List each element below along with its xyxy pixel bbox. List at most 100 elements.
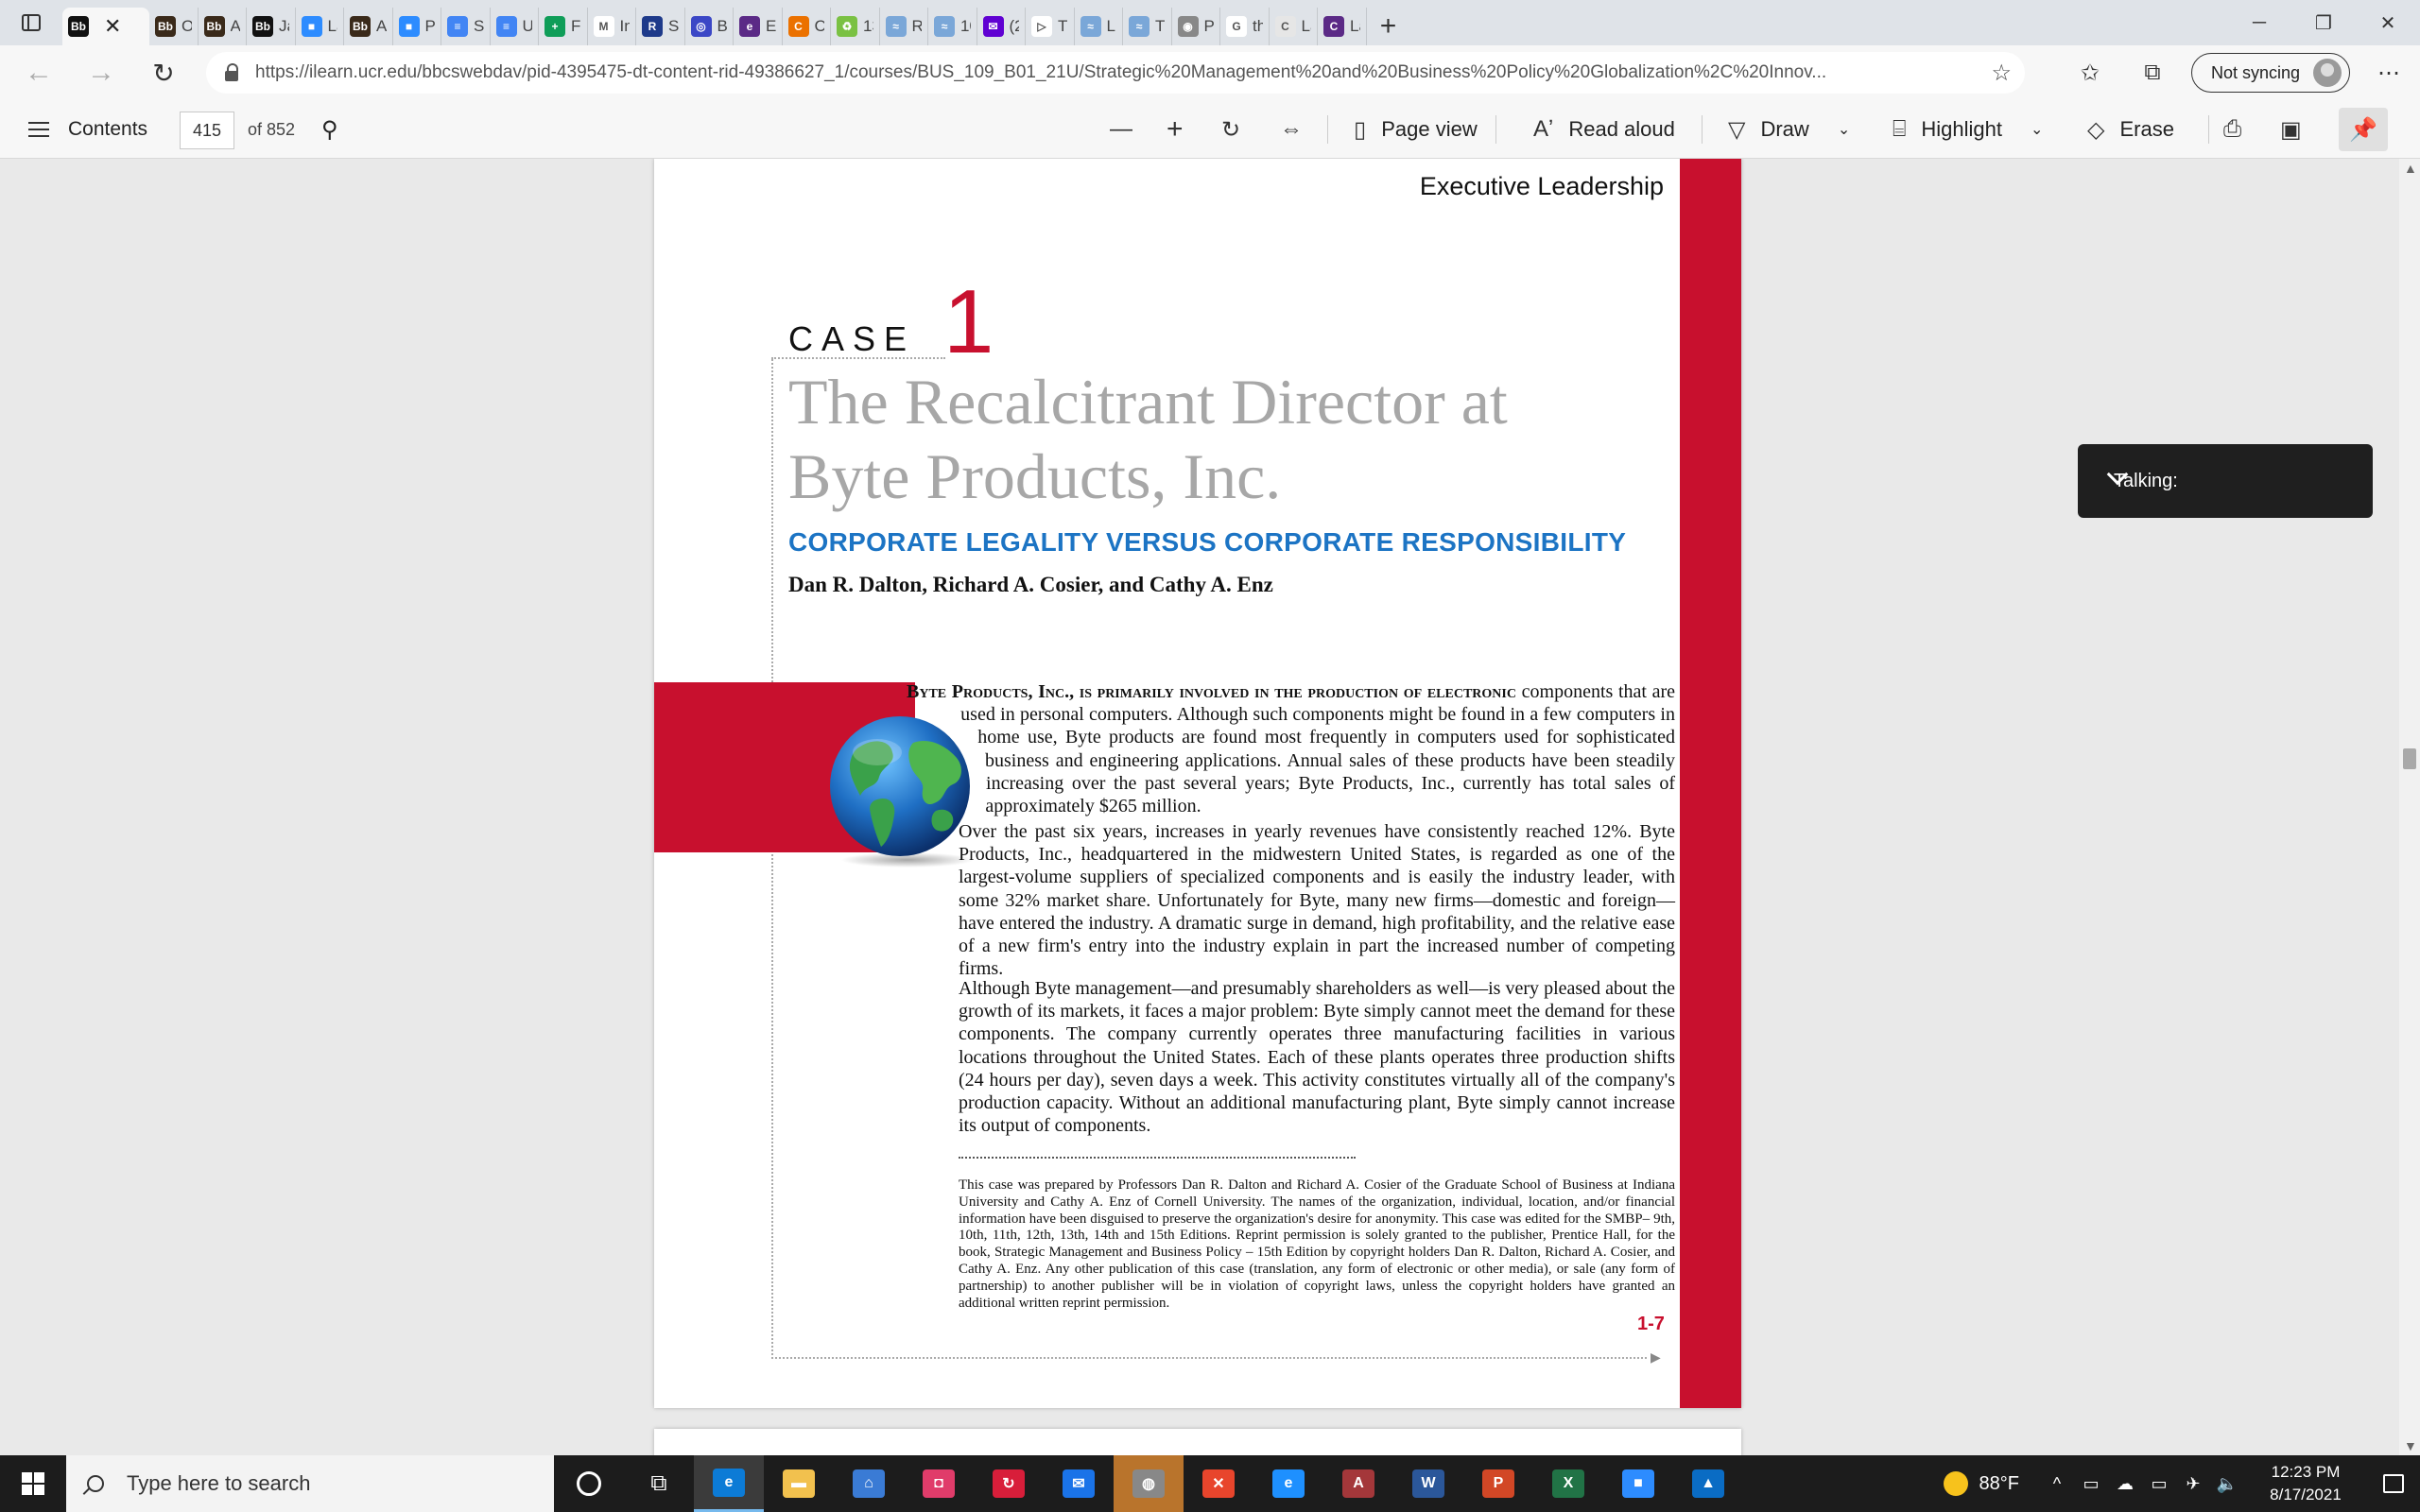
save-icon: ▣ xyxy=(2280,116,2302,143)
weather-widget[interactable]: 88°F xyxy=(1943,1471,2019,1496)
find-in-document-button[interactable]: ⚲ xyxy=(321,100,338,159)
windows-taskbar: Type here to search ⧉ e ▬ ⌂ ◘ ↻ ✉ ◍ ✕ e A W P X ■ ▲ 88… xyxy=(0,1455,2420,1512)
restore-button[interactable]: ❐ xyxy=(2291,0,2356,45)
clock[interactable]: 12:23 PM 8/17/2021 xyxy=(2244,1461,2367,1506)
onedrive-cloud-icon[interactable]: ☁ xyxy=(2108,1474,2142,1494)
task-view-button[interactable]: ⧉ xyxy=(624,1455,694,1512)
zoom-out-button[interactable]: — xyxy=(1110,100,1148,159)
close-app[interactable]: ✕ xyxy=(1184,1455,1253,1512)
browser-tab[interactable]: Gthe xyxy=(1220,8,1270,45)
browser-tab[interactable]: Bb Anr xyxy=(344,8,393,45)
draw-button[interactable]: ▽ Draw ⌄ xyxy=(1728,100,1850,159)
pdf-viewer[interactable]: SECTION A Executive Leadership ▶ CASE 1 … xyxy=(0,159,2420,1455)
browser-tab[interactable]: M Inb xyxy=(588,8,636,45)
page-number-input[interactable]: 415 xyxy=(180,112,234,149)
taskbar-search[interactable]: Type here to search xyxy=(66,1455,554,1512)
access-app[interactable]: A xyxy=(1323,1455,1393,1512)
fit-width-icon: ⇔ xyxy=(1280,116,1303,142)
show-hidden-icons-chevron-icon[interactable]: ^ xyxy=(2040,1474,2074,1494)
minimize-button[interactable]: ─ xyxy=(2227,0,2291,45)
pin-toolbar-button[interactable]: 📌 xyxy=(2339,108,2388,151)
browser-tab[interactable]: Bb ✕ xyxy=(62,8,149,45)
browser-tab[interactable]: ♻ 133 xyxy=(831,8,880,45)
tab-actions-button[interactable] xyxy=(0,0,62,45)
browser-tab[interactable]: ≈101 xyxy=(928,8,977,45)
profile-sync-button[interactable]: Not syncing xyxy=(2190,53,2350,93)
print-button[interactable]: ⎙ xyxy=(2223,100,2256,159)
read-aloud-button[interactable]: Aʼ Read aloud xyxy=(1533,100,1675,159)
page-view-button[interactable]: ▯ Page view xyxy=(1354,100,1478,159)
notification-center-button[interactable] xyxy=(2367,1455,2420,1512)
cortana-button[interactable] xyxy=(554,1455,624,1512)
scroll-down-arrow-icon[interactable]: ▼ xyxy=(2404,1438,2417,1453)
address-bar[interactable]: https://ilearn.ucr.edu/bbcswebdav/pid-43… xyxy=(206,52,2025,94)
read-aloud-panel[interactable]: Talking: xyxy=(2078,444,2373,518)
browser-tab[interactable]: ◉ Pho xyxy=(1172,8,1220,45)
browser-tab[interactable]: e Ellu xyxy=(734,8,783,45)
back-button[interactable]: ← xyxy=(8,45,70,100)
browser-tab[interactable]: C Las xyxy=(1270,8,1318,45)
url-text[interactable]: https://ilearn.ucr.edu/bbcswebdav/pid-43… xyxy=(255,62,2014,83)
vertical-scrollbar[interactable]: ▲ ▼ xyxy=(2399,159,2420,1455)
browser-tab[interactable]: ▷ TRE xyxy=(1026,8,1075,45)
excel-app[interactable]: X xyxy=(1533,1455,1603,1512)
close-tab-icon[interactable]: ✕ xyxy=(104,14,121,39)
scrollbar-thumb[interactable] xyxy=(2403,748,2416,769)
browser-tab[interactable]: ≈ R2 xyxy=(880,8,928,45)
file-explorer-app[interactable]: ▬ xyxy=(764,1455,834,1512)
powerpoint-app[interactable]: P xyxy=(1463,1455,1533,1512)
more-menu-icon[interactable]: ⋯ xyxy=(2358,45,2420,100)
lock-icon[interactable] xyxy=(225,63,240,82)
browser-tab[interactable]: Bb Jas xyxy=(247,8,296,45)
draw-pen-icon: ▽ xyxy=(1728,116,1746,143)
browser-tab[interactable]: ◎ Bar xyxy=(685,8,734,45)
store-app[interactable]: ⌂ xyxy=(834,1455,904,1512)
highlight-button[interactable]: ⌸ Highlight ⌄ xyxy=(1893,100,2043,159)
browser-tab[interactable]: ■ Pos xyxy=(393,8,441,45)
browser-tab[interactable]: ✉ (20 xyxy=(977,8,1026,45)
zoom-in-button[interactable]: + xyxy=(1167,100,1199,159)
battery-icon[interactable]: ▭ xyxy=(2142,1474,2176,1494)
sync-app[interactable]: ↻ xyxy=(974,1455,1044,1512)
favorites-icon[interactable]: ✩ xyxy=(2059,45,2121,100)
browser-tab[interactable]: ≈ Lux xyxy=(1075,8,1123,45)
word-app[interactable]: W xyxy=(1393,1455,1463,1512)
scroll-up-arrow-icon[interactable]: ▲ xyxy=(2404,161,2417,176)
meet-now-icon[interactable]: ▭ xyxy=(2074,1474,2108,1494)
close-window-button[interactable]: ✕ xyxy=(2356,0,2420,45)
browser-tab[interactable]: ≈ The xyxy=(1123,8,1172,45)
browser-tab[interactable]: C Las xyxy=(1318,8,1367,45)
fit-width-button[interactable]: ⇔ xyxy=(1280,100,1318,159)
browser-tab[interactable]: Bb OU xyxy=(149,8,199,45)
photos-app[interactable]: ▲ xyxy=(1673,1455,1743,1512)
ie-app[interactable]: e xyxy=(1253,1455,1323,1512)
zoom-app[interactable]: ■ xyxy=(1603,1455,1673,1512)
browser-tab[interactable]: ■ Lau xyxy=(296,8,344,45)
browser-tab[interactable]: ≡ Unt xyxy=(491,8,539,45)
edge-app[interactable]: e xyxy=(694,1455,764,1512)
sync-label: Not syncing xyxy=(2210,62,2300,82)
rotate-button[interactable]: ↻ xyxy=(1221,100,1255,159)
contents-button[interactable]: Contents xyxy=(28,100,147,159)
tab-title: Car xyxy=(815,17,825,36)
new-tab-button[interactable]: + xyxy=(1367,8,1410,45)
globe-app[interactable]: ◍ xyxy=(1114,1455,1184,1512)
photo-app[interactable]: ◘ xyxy=(904,1455,974,1512)
airplane-mode-icon[interactable]: ✈ xyxy=(2176,1474,2210,1494)
erase-button[interactable]: ◇ Erase xyxy=(2087,100,2174,159)
browser-tab[interactable]: R Stu xyxy=(636,8,685,45)
browser-tab[interactable]: Bb Ass xyxy=(199,8,247,45)
browser-tab[interactable]: C Car xyxy=(783,8,831,45)
browser-tab[interactable]: + Fin xyxy=(539,8,588,45)
forward-button[interactable]: → xyxy=(70,45,132,100)
mail-app[interactable]: ✉ xyxy=(1044,1455,1114,1512)
save-button[interactable]: ▣ xyxy=(2280,100,2317,159)
favorite-star-icon[interactable]: ☆ xyxy=(1991,60,2012,87)
start-button[interactable] xyxy=(0,1455,66,1512)
collections-icon[interactable]: ⧉ xyxy=(2121,45,2184,100)
browser-tab[interactable]: ≡ Sub xyxy=(441,8,491,45)
refresh-button[interactable]: ↻ xyxy=(132,45,195,100)
chevron-down-icon[interactable]: ⌄ xyxy=(2031,120,2043,139)
chevron-down-icon[interactable]: ⌄ xyxy=(1838,120,1850,139)
volume-icon[interactable]: 🔈 xyxy=(2210,1474,2244,1494)
